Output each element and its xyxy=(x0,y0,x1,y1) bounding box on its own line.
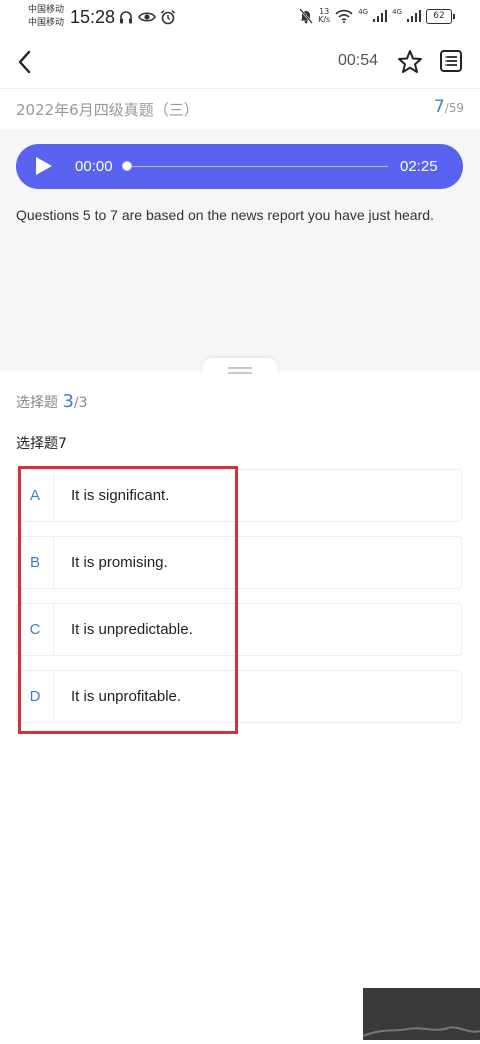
network-speed: 13 K/s xyxy=(318,8,330,24)
corner-thumbnail xyxy=(362,988,480,1040)
favorite-star-icon[interactable] xyxy=(396,48,424,76)
signal-2-label: 4G xyxy=(392,8,402,16)
wifi-icon xyxy=(335,9,353,23)
option-d[interactable]: D It is unprofitable. xyxy=(16,670,462,723)
option-letter: D xyxy=(17,671,54,722)
question-type-label: 选择题 xyxy=(16,395,58,411)
signal-1-label: 4G xyxy=(358,8,369,16)
progress-current: 7 xyxy=(433,97,445,117)
status-time: 15:28 xyxy=(70,7,116,27)
option-text: It is unprofitable. xyxy=(71,688,182,705)
status-bar: 中国移动 中国移动 15:28 13 K/s 4G 4G 62 xyxy=(0,0,480,36)
exam-title: 2022年6月四级真题（三） xyxy=(16,101,199,119)
signal-2-icon xyxy=(407,10,421,22)
thumbnail-waveform xyxy=(362,1026,480,1037)
top-bar: 00:54 xyxy=(0,36,480,88)
status-left-icons xyxy=(118,9,176,25)
headphones-icon xyxy=(120,11,132,24)
signal-1-icon xyxy=(373,10,388,22)
option-letter: A xyxy=(17,470,54,521)
option-text: It is significant. xyxy=(71,487,170,504)
question-prompt: Questions 5 to 7 are based on the news r… xyxy=(16,207,434,223)
back-icon[interactable] xyxy=(14,48,36,76)
option-b[interactable]: B It is promising. xyxy=(16,536,462,589)
option-a[interactable]: A It is significant. xyxy=(16,469,462,522)
question-progress: 7/59 xyxy=(434,97,464,117)
option-letter: C xyxy=(17,604,54,655)
audio-player: 00:00 02:25 xyxy=(16,144,463,189)
carrier-1: 中国移动 xyxy=(28,5,65,15)
option-c[interactable]: C It is unpredictable. xyxy=(16,603,462,656)
mute-bell-icon xyxy=(299,8,314,24)
option-text: It is promising. xyxy=(71,554,168,571)
answer-sheet-icon[interactable] xyxy=(438,48,464,74)
progress-total: /59 xyxy=(444,101,464,115)
question-name: 选择题7 xyxy=(16,436,67,452)
audio-progress-track[interactable] xyxy=(128,166,388,167)
carrier-2: 中国移动 xyxy=(28,18,65,28)
exam-timer: 00:54 xyxy=(338,52,379,69)
audio-total-time: 02:25 xyxy=(400,158,438,175)
battery-icon: 62 xyxy=(426,8,455,24)
question-area: 00:00 02:25 Questions 5 to 7 are based o… xyxy=(0,129,480,371)
question-type-total: /3 xyxy=(73,395,88,411)
play-icon[interactable] xyxy=(36,157,52,175)
eye-icon xyxy=(138,12,156,22)
audio-progress-knob[interactable] xyxy=(122,161,132,171)
speed-unit: K/s xyxy=(318,15,331,24)
option-letter: B xyxy=(17,537,54,588)
carrier-labels: 中国移动 中国移动 xyxy=(28,4,64,30)
option-text: It is unpredictable. xyxy=(71,621,193,638)
question-type-index: 3 xyxy=(62,391,74,412)
audio-current-time: 00:00 xyxy=(75,158,113,175)
question-type: 选择题 3/3 xyxy=(16,391,88,412)
status-right-icons: 13 K/s 4G 4G 62 xyxy=(299,8,455,24)
exam-info-bar: 2022年6月四级真题（三） 7/59 xyxy=(0,88,480,130)
alarm-icon xyxy=(160,9,176,25)
drag-handle[interactable] xyxy=(202,358,278,380)
